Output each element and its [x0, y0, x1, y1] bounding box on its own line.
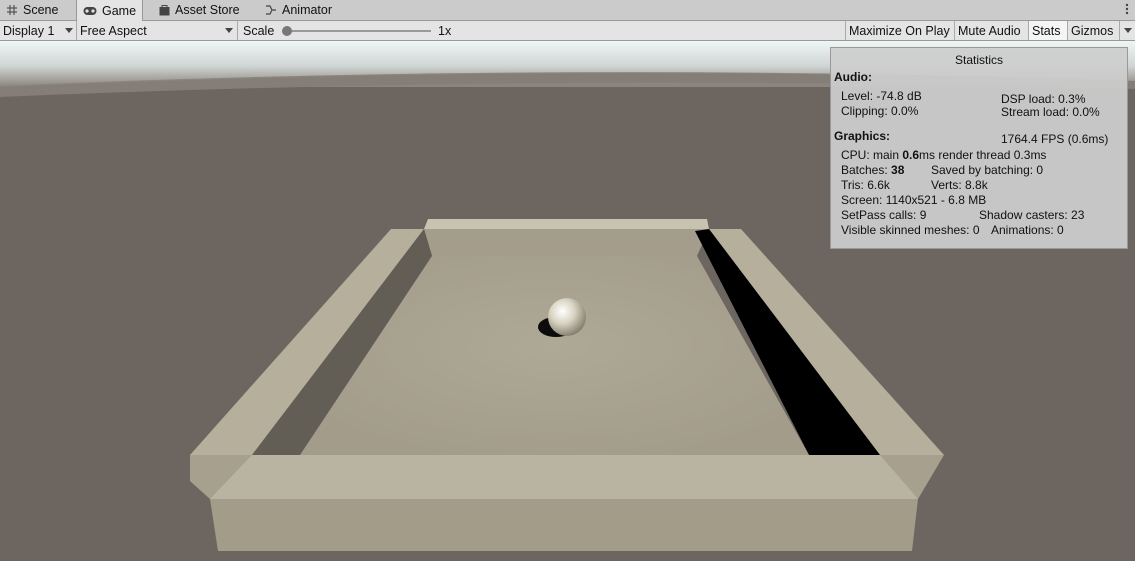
gizmos-dropdown[interactable] [1120, 21, 1135, 40]
chevron-down-icon [1124, 28, 1132, 33]
audio-header: Audio: [834, 70, 872, 84]
graphics-header: Graphics: [834, 129, 891, 143]
shadow-casters: Shadow casters: 23 [979, 208, 1085, 222]
cpu-main-value: 0.6 [902, 148, 920, 162]
aspect-dropdown-label: Free Aspect [80, 23, 147, 38]
batches-prefix: Batches: [841, 163, 892, 177]
gamepad-icon [83, 6, 97, 16]
mute-audio-label: Mute Audio [958, 23, 1021, 38]
gizmos-label: Gizmos [1071, 23, 1114, 38]
audio-level: Level: -74.8 dB [841, 89, 922, 103]
scale-slider[interactable] [282, 26, 431, 36]
tab-animator-label: Animator [282, 3, 333, 17]
front-wall-face [210, 499, 918, 551]
visible-skinned-meshes: Visible skinned meshes: 0 [841, 223, 980, 237]
cpu-suffix: ms render thread 0.3ms [919, 148, 1047, 162]
grid-icon [6, 4, 18, 16]
gizmos-button[interactable]: Gizmos [1068, 21, 1120, 40]
chevron-down-icon [225, 28, 233, 33]
tab-asset-store-label: Asset Store [175, 3, 240, 17]
more-options-icon[interactable] [1125, 3, 1129, 18]
front-wall-top [210, 455, 918, 499]
statistics-panel: Statistics Audio: Level: -74.8 dB Clippi… [830, 47, 1128, 249]
ball [548, 298, 586, 336]
display-dropdown-label: Display 1 [3, 23, 55, 38]
scale-value: 1x [438, 24, 452, 38]
setpass-calls: SetPass calls: 9 [841, 208, 927, 222]
scale-slider-handle[interactable] [282, 26, 292, 36]
far-wall-top [424, 219, 709, 229]
batches: Batches: 38 [841, 163, 904, 177]
maximize-on-play-label: Maximize On Play [849, 23, 950, 38]
far-wall-face [424, 229, 709, 256]
tab-scene[interactable]: Scene [0, 0, 64, 20]
batches-value: 38 [891, 163, 905, 177]
tab-asset-store[interactable]: Asset Store [153, 0, 246, 20]
dsp-load: DSP load: 0.3% [1001, 92, 1086, 106]
tab-scene-label: Scene [23, 3, 59, 17]
animator-icon [265, 4, 277, 16]
maximize-on-play-toggle[interactable]: Maximize On Play [845, 21, 955, 40]
verts: Verts: 8.8k [931, 178, 988, 192]
scale-label: Scale [243, 23, 275, 38]
game-view-toolbar: Display 1 Free Aspect Scale 1x Maximize … [0, 21, 1135, 41]
screen-info: Screen: 1140x521 - 6.8 MB [841, 193, 987, 207]
audio-clipping: Clipping: 0.0% [841, 104, 919, 118]
stream-load: Stream load: 0.0% [1001, 105, 1100, 119]
shopping-bag-icon [159, 4, 170, 16]
tab-game[interactable]: Game [76, 0, 144, 21]
chevron-down-icon [65, 28, 73, 33]
editor-tab-bar: Scene Game Asset Store Animator [0, 0, 1135, 21]
tab-game-label: Game [102, 3, 137, 18]
scale-control: Scale 1x [240, 21, 845, 40]
cpu-timing: CPU: main 0.6ms render thread 0.3ms [841, 148, 1046, 162]
cpu-prefix: CPU: main [841, 148, 903, 162]
animations: Animations: 0 [991, 223, 1064, 237]
saved-by-batching: Saved by batching: 0 [931, 163, 1044, 177]
aspect-dropdown[interactable]: Free Aspect [77, 21, 238, 40]
stats-label: Stats [1032, 23, 1061, 38]
tris: Tris: 6.6k [841, 178, 890, 192]
display-dropdown[interactable]: Display 1 [0, 21, 77, 40]
stats-title: Statistics [954, 53, 1003, 67]
stats-toggle[interactable]: Stats [1029, 21, 1068, 40]
mute-audio-toggle[interactable]: Mute Audio [955, 21, 1029, 40]
fps-readout: 1764.4 FPS (0.6ms) [1001, 132, 1109, 146]
tab-animator[interactable]: Animator [259, 0, 338, 20]
